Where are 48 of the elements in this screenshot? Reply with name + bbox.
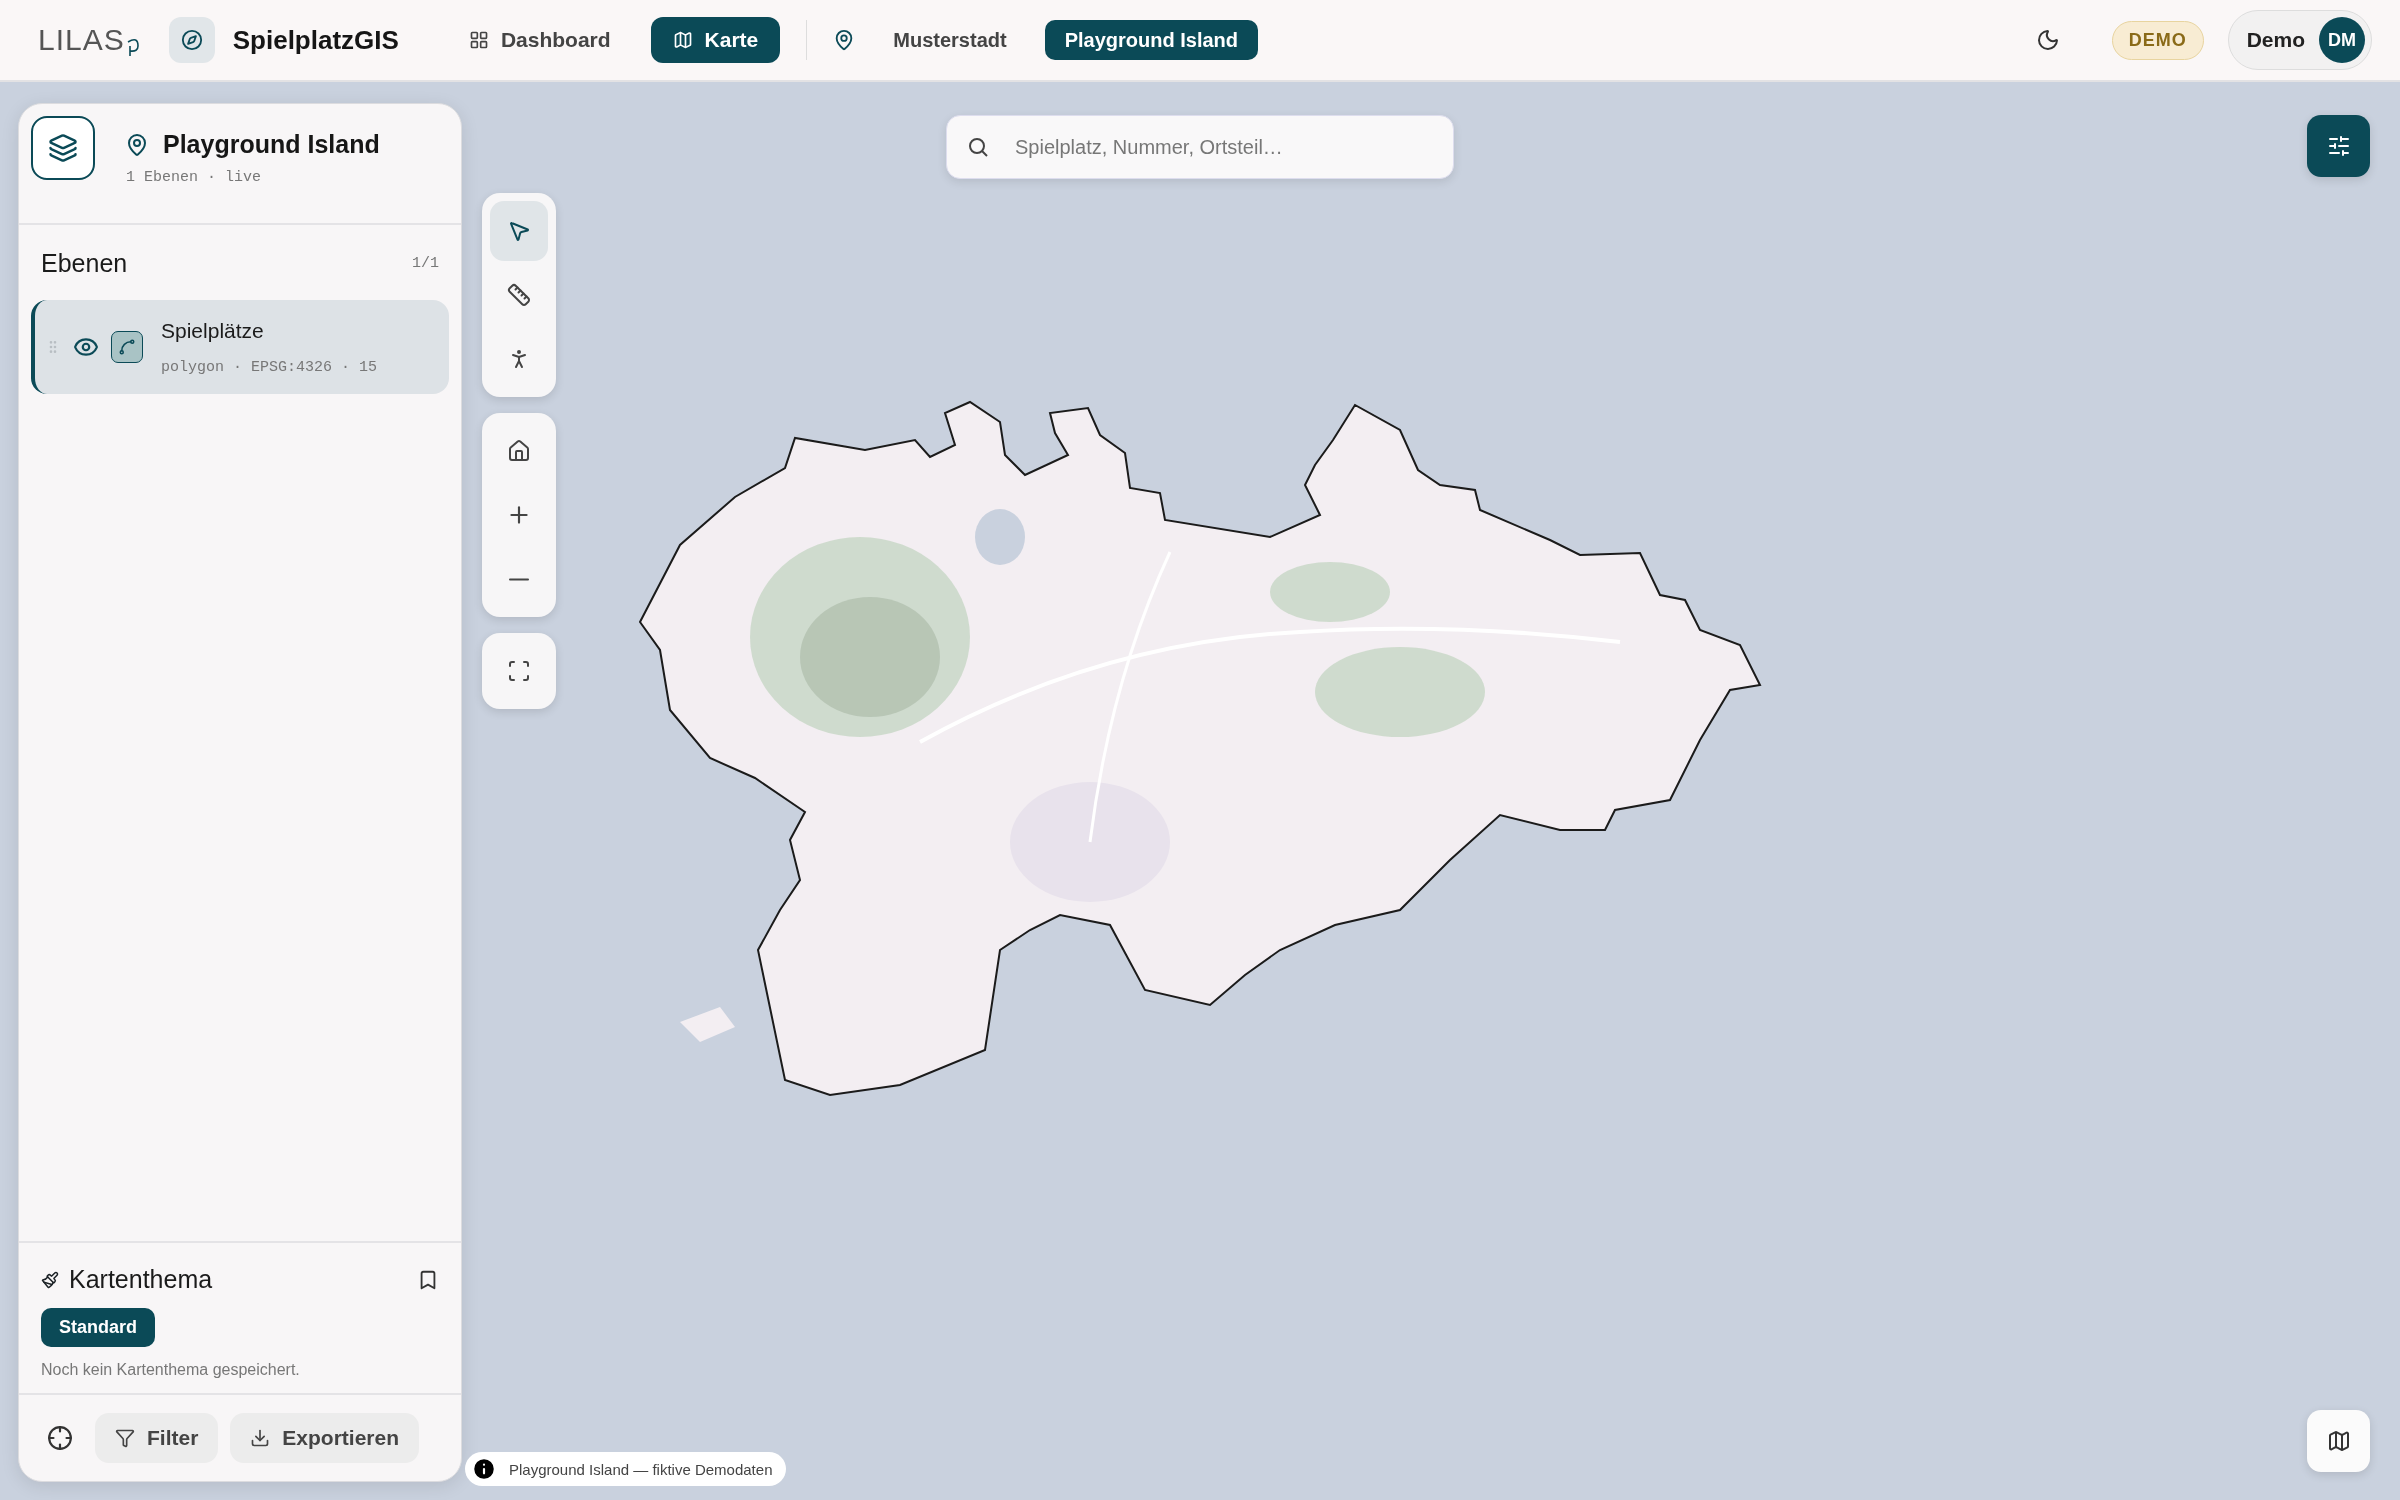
paintbrush-icon bbox=[41, 1270, 59, 1289]
section-heading: Kartenthema bbox=[69, 1265, 213, 1294]
minus-icon bbox=[509, 577, 529, 581]
compass-button[interactable] bbox=[168, 17, 215, 63]
theme-note: Noch kein Kartenthema gespeichert. bbox=[41, 1361, 301, 1379]
user-menu-button[interactable]: Demo DM bbox=[2227, 10, 2372, 70]
download-icon bbox=[250, 1428, 271, 1448]
moon-icon bbox=[2035, 28, 2060, 52]
ruler-icon bbox=[507, 283, 531, 307]
map-icon bbox=[2326, 1429, 2351, 1453]
logo-text: LILAS bbox=[38, 23, 125, 57]
avatar: DM bbox=[2319, 17, 2365, 63]
layer-count: 1/1 bbox=[412, 255, 439, 272]
layer-item[interactable]: Spielplätze polygon · EPSG:4326 · 15 bbox=[31, 300, 449, 394]
section-heading: Ebenen bbox=[41, 249, 128, 278]
filter-button[interactable]: Filter bbox=[95, 1413, 219, 1463]
filter-icon bbox=[115, 1428, 135, 1448]
polygon-icon bbox=[111, 331, 143, 363]
search-field[interactable]: Spielplatz, Nummer, Ortsteil… bbox=[946, 115, 1454, 179]
nav-tab[interactable]: Dashboard bbox=[446, 17, 633, 63]
location-tab[interactable]: Playground Island bbox=[1044, 20, 1258, 60]
crosshair-icon bbox=[47, 1425, 73, 1451]
home-icon bbox=[507, 439, 531, 463]
basemap-button[interactable] bbox=[2307, 1410, 2370, 1472]
grid-icon bbox=[468, 30, 489, 50]
map-icon bbox=[672, 30, 693, 50]
location-pin-icon bbox=[125, 132, 149, 157]
fullscreen-icon bbox=[507, 659, 531, 683]
compass-icon bbox=[180, 29, 203, 51]
info-icon bbox=[471, 1456, 497, 1482]
pointer-icon bbox=[507, 219, 531, 243]
layer-name: Spielplätze bbox=[161, 318, 265, 343]
demo-badge: DEMO bbox=[2111, 20, 2204, 60]
theme-chip[interactable]: Standard bbox=[41, 1308, 155, 1347]
settings-button[interactable] bbox=[2307, 115, 2370, 177]
layers-icon bbox=[48, 133, 78, 163]
app-name: SpielplatzGIS bbox=[232, 24, 399, 56]
layer-meta: polygon · EPSG:4326 · 15 bbox=[161, 358, 378, 376]
location-tab[interactable]: Musterstadt bbox=[873, 20, 1027, 60]
nav-tab[interactable]: Karte bbox=[650, 17, 781, 63]
layers-button[interactable] bbox=[31, 116, 95, 180]
panel-title: Playground Island bbox=[163, 130, 380, 159]
export-button[interactable]: Exportieren bbox=[230, 1413, 420, 1463]
attribution-text: Playground Island — fiktive Demodaten bbox=[509, 1460, 773, 1478]
logo-mark-icon bbox=[126, 37, 139, 57]
sliders-icon bbox=[2326, 134, 2351, 158]
panel-subtitle: 1 Ebenen · live bbox=[126, 169, 263, 186]
pointer-tool-button[interactable] bbox=[490, 201, 548, 261]
